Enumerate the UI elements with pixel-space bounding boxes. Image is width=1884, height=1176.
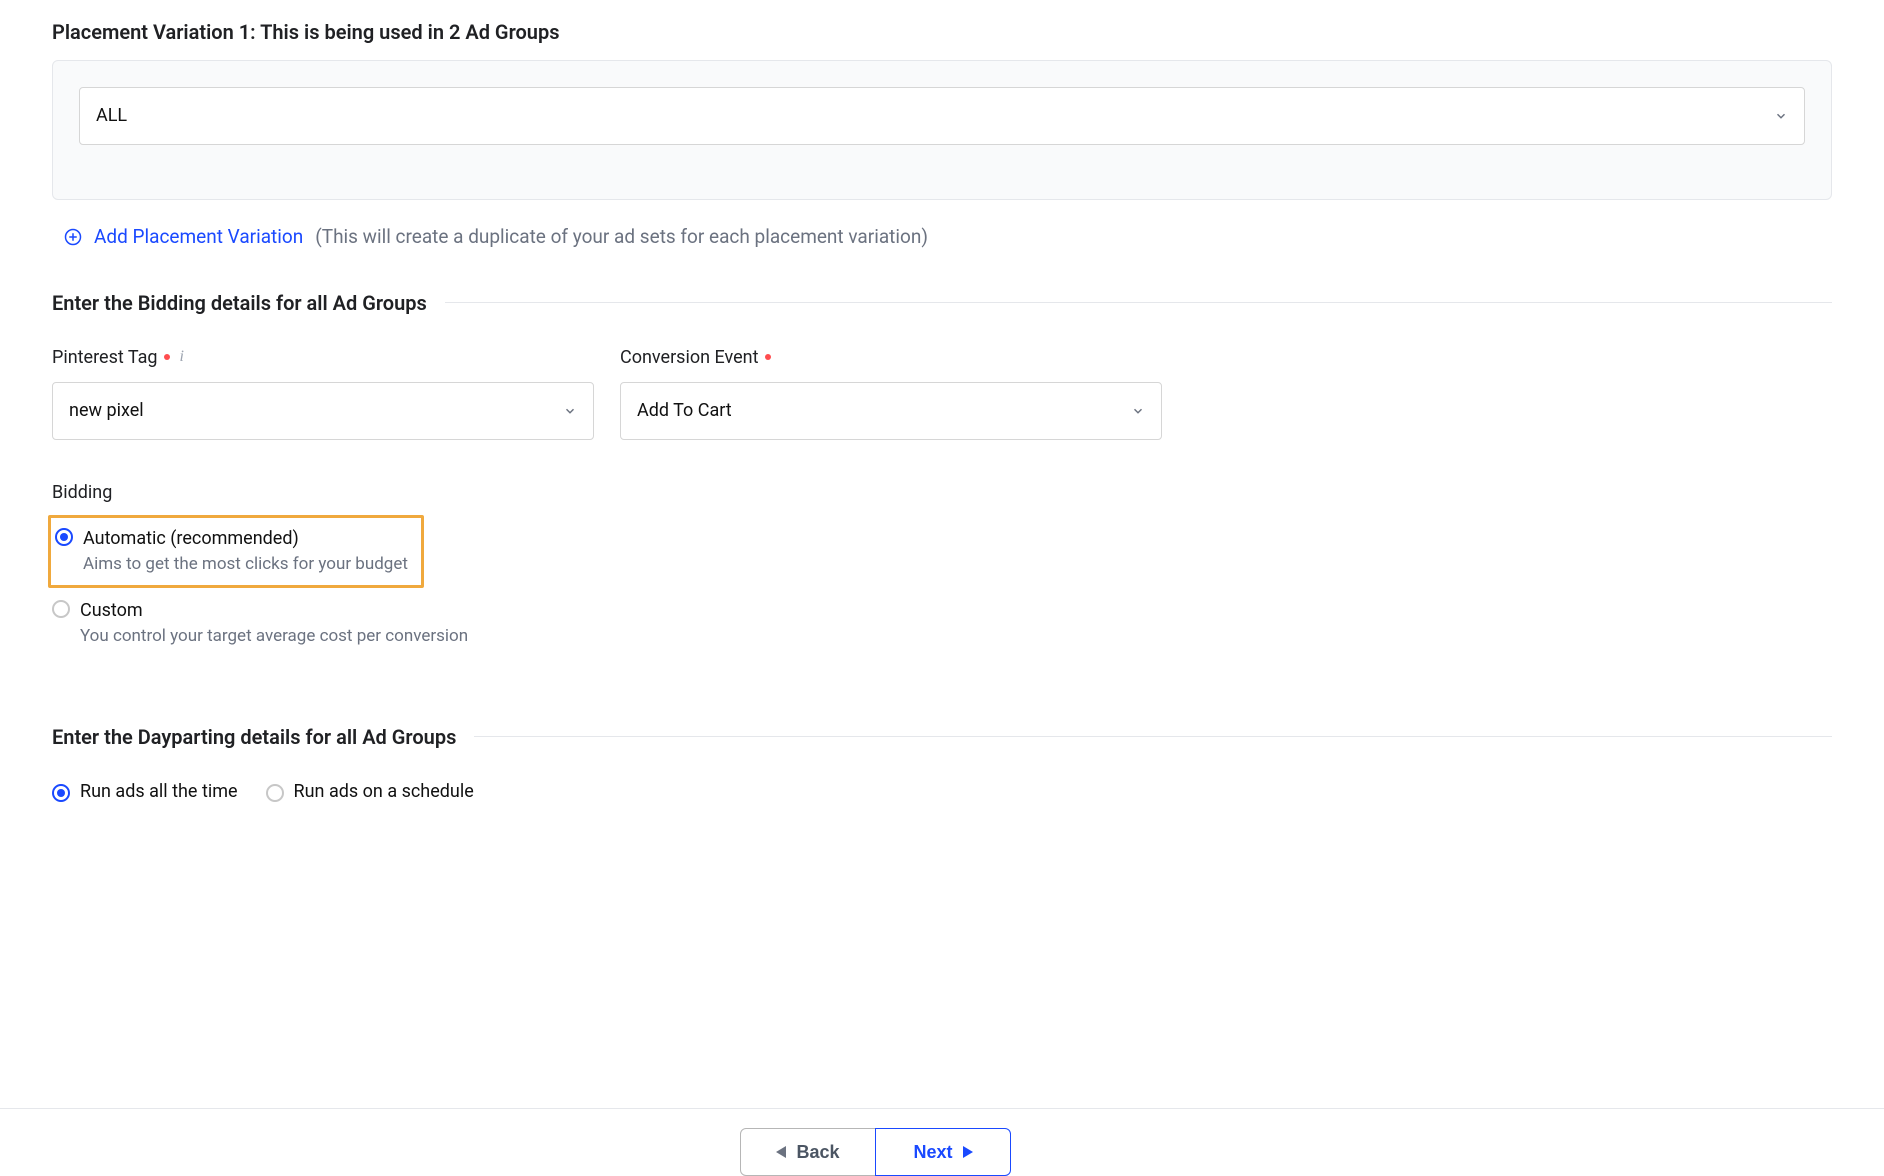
required-dot-icon <box>765 354 771 360</box>
radio-unselected-icon <box>266 784 284 802</box>
plus-circle-icon <box>64 228 82 246</box>
bidding-heading: Enter the Bidding details for all Ad Gro… <box>52 289 427 317</box>
bidding-automatic-desc: Aims to get the most clicks for your bud… <box>83 553 408 577</box>
run-schedule-label: Run ads on a schedule <box>294 779 474 804</box>
bidding-automatic-option[interactable]: Automatic (recommended) Aims to get the … <box>51 522 415 581</box>
run-schedule-option[interactable]: Run ads on a schedule <box>266 779 474 804</box>
bidding-custom-desc: You control your target average cost per… <box>80 625 468 649</box>
pinterest-tag-select[interactable]: new pixel <box>52 382 594 440</box>
back-button-label: Back <box>796 1142 839 1163</box>
conversion-event-label: Conversion Event <box>620 345 1162 370</box>
required-dot-icon <box>164 354 170 360</box>
triangle-right-icon <box>963 1142 973 1163</box>
bidding-automatic-label: Automatic (recommended) <box>83 526 408 551</box>
placement-variation-title: Placement Variation 1: This is being use… <box>52 18 1832 46</box>
highlight-box: Automatic (recommended) Aims to get the … <box>48 515 424 588</box>
info-icon[interactable]: i <box>180 346 184 368</box>
pinterest-tag-value: new pixel <box>69 398 144 423</box>
bidding-label: Bidding <box>52 480 1832 505</box>
conversion-event-select[interactable]: Add To Cart <box>620 382 1162 440</box>
run-all-time-label: Run ads all the time <box>80 779 238 804</box>
divider <box>474 736 1832 737</box>
next-button[interactable]: Next <box>875 1128 1011 1176</box>
chevron-down-icon <box>1774 109 1788 123</box>
dayparting-heading: Enter the Dayparting details for all Ad … <box>52 723 456 751</box>
next-button-label: Next <box>913 1142 952 1163</box>
add-placement-hint: (This will create a duplicate of your ad… <box>315 224 928 251</box>
placement-panel: ALL <box>52 60 1832 200</box>
footer-bar: Back Next <box>0 1108 1884 1176</box>
add-placement-link[interactable]: Add Placement Variation <box>94 224 303 251</box>
back-button[interactable]: Back <box>740 1128 876 1176</box>
placement-select-value: ALL <box>96 103 127 128</box>
placement-select[interactable]: ALL <box>79 87 1805 145</box>
footer-button-group: Back Next <box>740 1110 1011 1176</box>
chevron-down-icon <box>563 404 577 418</box>
divider <box>445 302 1832 303</box>
bidding-custom-label: Custom <box>80 598 468 623</box>
pinterest-tag-label: Pinterest Tag i <box>52 345 594 370</box>
chevron-down-icon <box>1131 404 1145 418</box>
radio-selected-icon <box>55 528 73 546</box>
conversion-event-value: Add To Cart <box>637 398 732 423</box>
radio-unselected-icon <box>52 600 70 618</box>
add-placement-row: Add Placement Variation (This will creat… <box>64 224 1832 251</box>
run-all-time-option[interactable]: Run ads all the time <box>52 779 238 804</box>
radio-selected-icon <box>52 784 70 802</box>
bidding-custom-option[interactable]: Custom You control your target average c… <box>52 594 1832 653</box>
triangle-left-icon <box>776 1142 786 1163</box>
